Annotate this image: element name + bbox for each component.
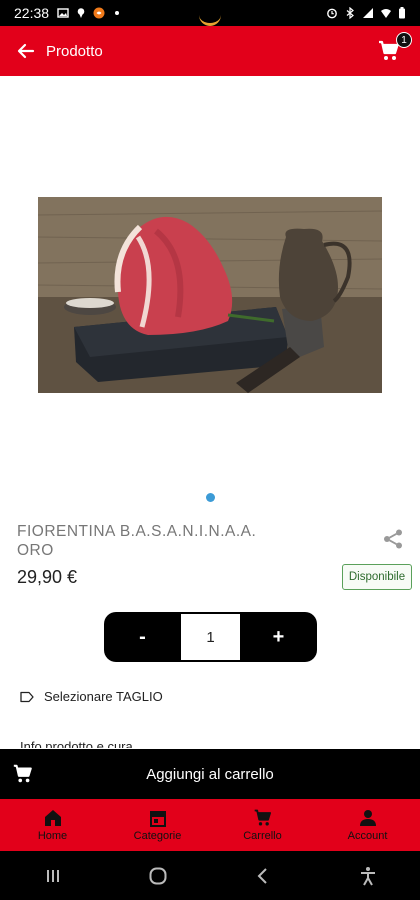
product-photo	[38, 197, 382, 393]
bottom-nav: Home Categorie Carrello Account	[0, 799, 420, 851]
system-nav-bar	[0, 851, 420, 900]
image-pager-dot[interactable]	[206, 493, 215, 502]
app-bar: Prodotto 1	[0, 26, 420, 76]
signal-icon	[363, 8, 373, 18]
availability-badge: Disponibile	[342, 564, 412, 590]
person-icon	[359, 810, 376, 826]
select-cut-option[interactable]: Selezionare TAGLIO	[20, 689, 163, 704]
add-to-cart-label: Aggiungi al carrello	[146, 765, 274, 783]
nav-item-label: Account	[347, 830, 388, 842]
increment-button[interactable]: +	[240, 612, 317, 662]
recent-apps-icon	[46, 869, 59, 882]
back-system-button[interactable]	[233, 856, 293, 896]
product-image[interactable]	[38, 197, 382, 393]
product-name: FIORENTINA B.A.S.A.N.I.N.A.A. ORO	[17, 523, 257, 559]
nav-item-cart[interactable]: Carrello	[210, 799, 315, 851]
product-price: 29,90 €	[17, 567, 78, 587]
dot-notification-icon	[111, 7, 123, 19]
nav-item-label: Home	[37, 830, 68, 842]
alarm-icon	[327, 8, 337, 19]
arrow-left-icon	[17, 43, 35, 59]
share-icon	[384, 529, 402, 549]
bluetooth-icon	[346, 7, 354, 19]
wifi-icon	[381, 9, 391, 18]
accessibility-button[interactable]	[338, 856, 398, 896]
status-time: 22:38	[14, 5, 50, 21]
tag-icon	[20, 691, 34, 702]
home-system-button[interactable]	[128, 856, 188, 896]
home-circle-icon	[149, 867, 166, 884]
nav-item-home[interactable]: Home	[0, 799, 105, 851]
nav-item-label: Carrello	[243, 830, 282, 842]
chevron-left-icon	[257, 867, 267, 884]
decrement-button[interactable]: -	[104, 612, 181, 662]
cart-icon	[13, 764, 32, 783]
nav-item-label: Categorie	[133, 830, 182, 842]
store-icon	[149, 811, 166, 827]
add-to-cart-button[interactable]: Aggiungi al carrello	[0, 749, 420, 799]
battery-icon	[399, 7, 405, 19]
home-icon	[44, 810, 61, 826]
share-button[interactable]	[382, 528, 404, 550]
quantity-stepper: - 1 +	[104, 612, 317, 662]
gallery-notification-icon	[57, 7, 69, 19]
product-info-section[interactable]: Info prodotto e cura	[20, 738, 133, 748]
cart-count-badge: 1	[396, 32, 412, 48]
quantity-value[interactable]: 1	[181, 612, 240, 662]
page-title: Prodotto	[46, 42, 103, 60]
nav-item-account[interactable]: Account	[315, 799, 420, 851]
app-notification-icon	[93, 7, 105, 19]
location-notification-icon	[75, 7, 87, 19]
cart-icon	[254, 809, 271, 826]
accessibility-icon	[360, 866, 375, 885]
back-button[interactable]	[14, 39, 38, 63]
header-cart-button[interactable]: 1	[372, 32, 412, 68]
recent-apps-button[interactable]	[23, 856, 83, 896]
select-cut-label: Selezionare TAGLIO	[44, 689, 163, 704]
nav-item-categories[interactable]: Categorie	[105, 799, 210, 851]
status-right	[326, 7, 406, 19]
